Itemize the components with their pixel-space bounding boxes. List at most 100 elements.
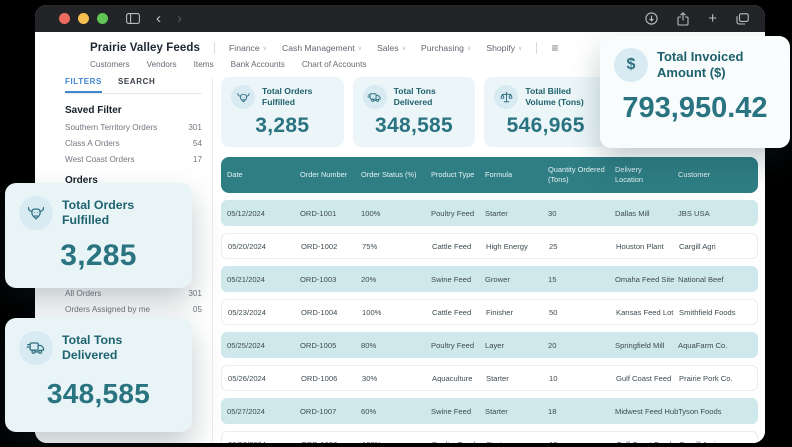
chevron-down-icon: ∨ xyxy=(358,46,362,52)
column-header-date: Date xyxy=(227,170,300,180)
cell-customer: Tyson Foods xyxy=(678,407,758,416)
cell-formula: Starter xyxy=(485,407,548,416)
overlay-card-invoiced-amount: $ Total Invoiced Amount ($) 793,950.42 xyxy=(600,36,790,148)
subnav-items[interactable]: Items xyxy=(194,60,214,69)
chevron-down-icon: ∨ xyxy=(518,46,522,52)
subnav-vendors[interactable]: Vendors xyxy=(147,60,177,69)
table-row[interactable]: 05/08/2024ORD-1008100%Poultry FeedStarte… xyxy=(221,431,758,443)
cell-product-type: Swine Feed xyxy=(431,407,485,416)
cell-quantity-ordered-tons: 30 xyxy=(548,209,615,218)
cell-order-status: 100% xyxy=(361,209,431,218)
tab-search[interactable]: SEARCH xyxy=(118,77,155,93)
sidebar-item-class-a-orders[interactable]: Class A Orders54 xyxy=(65,139,202,148)
sidebar-item-count: 54 xyxy=(193,139,202,148)
overlay-card-orders-fulfilled: Total Orders Fulfilled 3,285 xyxy=(5,183,192,288)
column-header-quantity-ordered-tons: Quantity Ordered (Tons) xyxy=(548,165,615,186)
menu-icon[interactable]: ≡ xyxy=(551,42,558,54)
cell-formula: Starter xyxy=(485,209,548,218)
kpi-value: 3,285 xyxy=(231,114,334,138)
overlay-card-header: Total Orders Fulfilled xyxy=(19,196,178,230)
share-icon[interactable] xyxy=(677,12,689,26)
menu-finance[interactable]: Finance∨ xyxy=(229,43,267,53)
menu-cash-management[interactable]: Cash Management∨ xyxy=(282,43,362,53)
back-icon[interactable]: ‹ xyxy=(156,11,161,26)
orders-table: DateOrder NumberOrder Status (%)Product … xyxy=(221,157,758,443)
cell-quantity-ordered-tons: 18 xyxy=(548,407,615,416)
cell-delivery-location: Gulf Coast Feed xyxy=(616,440,679,444)
tab-filters[interactable]: FILTERS xyxy=(65,77,102,93)
sidebar-item-west-coast-orders[interactable]: West Coast Orders17 xyxy=(65,155,202,164)
table-row[interactable]: 05/20/2024ORD-100275%Cattle FeedHigh Ene… xyxy=(221,233,758,259)
forward-icon[interactable]: › xyxy=(177,11,182,26)
sidebar-item-count: 17 xyxy=(193,155,202,164)
kpi-card-header: Total Billed Volume (Tons) xyxy=(494,85,597,109)
cell-date: 05/26/2024 xyxy=(228,374,301,383)
zoom-button[interactable] xyxy=(97,13,108,24)
cell-delivery-location: Dallas Mill xyxy=(615,209,678,218)
cell-order-status: 75% xyxy=(362,242,432,251)
cell-quantity-ordered-tons: 19 xyxy=(549,440,616,444)
table-row[interactable]: 05/27/2024ORD-100760%Swine FeedStarter18… xyxy=(221,398,758,424)
cell-customer: JBS USA xyxy=(678,209,758,218)
kpi-card-total-billed-volume-tons: Total Billed Volume (Tons)546,965 xyxy=(484,77,607,147)
tab-overview-icon[interactable] xyxy=(736,13,749,25)
cell-quantity-ordered-tons: 20 xyxy=(548,341,615,350)
overlay-card-label: Total Tons Delivered xyxy=(62,333,178,363)
cell-product-type: Poultry Feed xyxy=(431,209,485,218)
column-header-formula: Formula xyxy=(485,170,548,180)
cell-date: 05/23/2024 xyxy=(228,308,301,317)
chevron-down-icon: ∨ xyxy=(467,46,471,52)
cell-formula: High Energy xyxy=(486,242,549,251)
column-header-customer: Customer xyxy=(678,170,758,180)
table-row[interactable]: 05/12/2024ORD-1001100%Poultry FeedStarte… xyxy=(221,200,758,226)
cell-order-number: ORD-1001 xyxy=(300,209,361,218)
table-row[interactable]: 05/21/2024ORD-100320%Swine FeedGrower15O… xyxy=(221,266,758,292)
sidebar-item-orders-assigned-by-me[interactable]: Orders Assigned by me05 xyxy=(65,305,202,314)
minimize-button[interactable] xyxy=(78,13,89,24)
cell-quantity-ordered-tons: 15 xyxy=(548,275,615,284)
subnav-customers[interactable]: Customers xyxy=(90,60,130,69)
cell-product-type: Poultry Feed xyxy=(431,341,485,350)
menu-sales[interactable]: Sales∨ xyxy=(377,43,406,53)
column-header-product-type: Product Type xyxy=(431,170,485,180)
table-body: 05/12/2024ORD-1001100%Poultry FeedStarte… xyxy=(221,200,758,443)
table-header: DateOrder NumberOrder Status (%)Product … xyxy=(221,157,758,193)
cell-date: 05/20/2024 xyxy=(228,242,301,251)
cell-order-status: 30% xyxy=(362,374,432,383)
table-row[interactable]: 05/26/2024ORD-100630%AquacultureStarter1… xyxy=(221,365,758,391)
cell-date: 05/27/2024 xyxy=(227,407,300,416)
kpi-label: Total Tons Delivered xyxy=(394,86,466,107)
truck-icon xyxy=(19,331,53,365)
cell-order-number: ORD-1006 xyxy=(301,374,362,383)
sidebar-item-southern-territory-orders[interactable]: Southern Territory Orders301 xyxy=(65,123,202,132)
cell-order-status: 60% xyxy=(361,407,431,416)
cell-delivery-location: Gulf Coast Feed xyxy=(616,374,679,383)
table-row[interactable]: 05/25/2024ORD-100580%Poultry FeedLayer20… xyxy=(221,332,758,358)
cell-product-type: Cattle Feed xyxy=(432,308,486,317)
main-menu: Finance∨ Cash Management∨ Sales∨ Purchasing… xyxy=(229,43,522,53)
sidebar-item-label: Orders Assigned by me xyxy=(65,305,150,314)
cell-product-type: Poultry Feed xyxy=(432,440,486,444)
overlay-card-value: 3,285 xyxy=(19,239,178,273)
column-header-order-status: Order Status (%) xyxy=(361,170,431,180)
sidebar-toggle-icon[interactable] xyxy=(126,13,140,24)
table-row[interactable]: 05/23/2024ORD-1004100%Cattle FeedFinishe… xyxy=(221,299,758,325)
traffic-lights xyxy=(59,13,108,24)
menu-purchasing[interactable]: Purchasing∨ xyxy=(421,43,471,53)
close-button[interactable] xyxy=(59,13,70,24)
cell-quantity-ordered-tons: 10 xyxy=(549,374,616,383)
sidebar-section-saved-filter: Saved FilterSouthern Territory Orders301… xyxy=(65,105,202,164)
kpi-value: 348,585 xyxy=(363,114,466,138)
menu-shopify[interactable]: Shopify∨ xyxy=(486,43,522,53)
overlay-card-header: $ Total Invoiced Amount ($) xyxy=(614,48,776,82)
sidebar-item-all-orders[interactable]: All Orders301 xyxy=(65,289,202,298)
subnav-bank-accounts[interactable]: Bank Accounts xyxy=(231,60,285,69)
downloads-icon[interactable] xyxy=(645,12,658,25)
cell-quantity-ordered-tons: 50 xyxy=(549,308,616,317)
overlay-card-header: Total Tons Delivered xyxy=(19,331,178,365)
cell-customer: National Beef xyxy=(678,275,758,284)
new-tab-icon[interactable]: + xyxy=(708,11,717,26)
subnav-chart-of-accounts[interactable]: Chart of Accounts xyxy=(302,60,367,69)
overlay-card-tons-delivered: Total Tons Delivered 348,585 xyxy=(5,318,192,432)
cell-customer: Smithfield Foods xyxy=(679,308,757,317)
